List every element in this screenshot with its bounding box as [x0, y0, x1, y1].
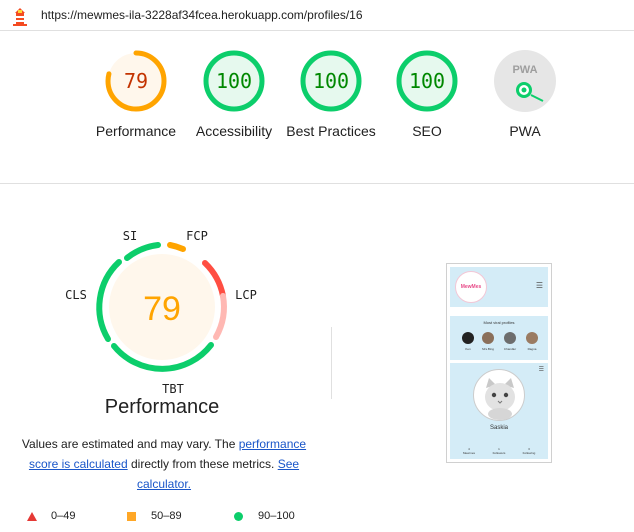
- lcp-arc-bg: [213, 293, 227, 340]
- thumb-profile-menu-icon: ☰: [538, 367, 544, 373]
- thumb-stat: 4 Mewmes: [462, 447, 475, 455]
- thumb-avatar: [462, 332, 474, 344]
- gauge-label-pwa: PWA: [509, 123, 541, 139]
- cat-icon: [485, 378, 515, 420]
- gauge-label-best-practices: Best Practices: [286, 123, 376, 139]
- legend-pass-range: 90–100: [258, 510, 295, 522]
- best-practices-score: 100: [313, 69, 349, 93]
- gauge-best-practices[interactable]: 100 Best Practices: [281, 49, 381, 141]
- final-screenshot-thumbnail[interactable]: MewMes ☰ Most viral profiles Ken Mrs.Bin…: [446, 263, 552, 463]
- legend-average-range: 50–89: [151, 510, 182, 522]
- gauge-performance[interactable]: 79 Performance: [86, 49, 186, 141]
- thumb-header: MewMes ☰: [450, 267, 548, 307]
- performance-title: Performance: [104, 396, 220, 418]
- pwa-gauge-badge: PWA: [494, 50, 556, 112]
- metric-label-tbt: TBT: [162, 382, 184, 394]
- url-bar: https://mewmes-ila-3228af34fcea.herokuap…: [0, 0, 634, 31]
- legend-average: 50–89: [127, 510, 182, 522]
- metric-label-fcp: FCP: [186, 229, 208, 243]
- pass-circle-icon: [234, 511, 243, 521]
- fcp-arc: [167, 242, 186, 252]
- best-practices-gauge-ring: 100: [300, 50, 362, 112]
- url-text[interactable]: https://mewmes-ila-3228af34fcea.herokuap…: [41, 8, 363, 22]
- metric-label-lcp: LCP: [235, 288, 257, 302]
- gauge-seo[interactable]: 100 SEO: [377, 49, 477, 141]
- thumb-avatar-name: Ken: [465, 347, 471, 351]
- score-legend: 0–49 50–89 90–100: [0, 510, 330, 530]
- thumb-avatar-name: Mrs.Bing: [482, 347, 494, 351]
- desc-text-1: Values are estimated and may vary. The: [21, 437, 239, 451]
- performance-big-score: 79: [143, 290, 181, 328]
- thumb-profile-picture: [473, 369, 525, 421]
- gauge-label-performance: Performance: [95, 123, 177, 139]
- performance-score: 79: [124, 69, 148, 93]
- thumb-profile-name: Saskia: [489, 425, 508, 431]
- performance-description: Values are estimated and may vary. The p…: [14, 434, 314, 494]
- thumb-viral-profiles: Most viral profiles Ken Mrs.Bing Chandle…: [450, 316, 548, 360]
- legend-pass: 90–100: [234, 510, 295, 522]
- vertical-divider: [331, 327, 332, 399]
- thumb-avatar-name: Ragna: [527, 347, 537, 351]
- fail-triangle-icon: [27, 511, 37, 521]
- accessibility-score: 100: [216, 69, 252, 93]
- thumb-profile-card: ☰ Saskia 4 Mewmes 1 Followers 3 Following: [450, 363, 548, 459]
- thumb-stat: 3 Following: [522, 447, 536, 455]
- thumb-stat: 1 Followers: [492, 447, 506, 455]
- metric-label-cls: CLS: [65, 288, 87, 302]
- average-square-icon: [127, 511, 136, 521]
- gauge-accessibility[interactable]: 100 Accessibility: [184, 49, 284, 141]
- metric-label-si: SI: [123, 229, 137, 243]
- accessibility-gauge-ring: 100: [203, 50, 265, 112]
- score-summary: 79 Performance 100 Accessibility 100 Bes…: [0, 32, 634, 184]
- gauge-pwa[interactable]: PWA PWA: [475, 49, 575, 141]
- seo-gauge-ring: 100: [396, 50, 458, 112]
- thumb-avatar: [504, 332, 516, 344]
- gauge-label-seo: SEO: [412, 123, 442, 139]
- gauge-label-accessibility: Accessibility: [195, 123, 273, 139]
- thumb-avatar: [526, 332, 538, 344]
- desc-text-2: directly from these metrics.: [127, 457, 278, 471]
- lighthouse-icon: [13, 8, 27, 26]
- seo-score: 100: [409, 69, 445, 93]
- thumb-avatar-name: Chandler: [503, 347, 517, 351]
- performance-gauge-ring: 79: [105, 50, 167, 112]
- legend-fail: 0–49: [27, 510, 75, 522]
- thumb-logo: MewMes: [455, 271, 487, 303]
- performance-metrics-gauge: 79 SI FCP LCP TBT CLS: [65, 229, 257, 394]
- thumb-viral-title: Most viral profiles: [483, 320, 515, 325]
- thumb-hamburger-icon: ☰: [535, 281, 543, 290]
- thumb-avatar: [482, 332, 494, 344]
- legend-fail-range: 0–49: [51, 510, 76, 522]
- pwa-badge-text: PWA: [512, 64, 537, 76]
